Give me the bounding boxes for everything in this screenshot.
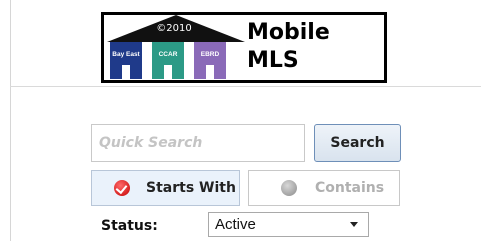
status-label: Status: <box>101 218 158 234</box>
house-icon-ebrd: EBRD <box>194 42 226 79</box>
quick-search-input[interactable] <box>91 124 305 162</box>
checked-radio-icon <box>114 180 130 196</box>
door-icon <box>206 65 214 79</box>
status-select[interactable]: Active <box>208 212 369 237</box>
contains-label: Contains <box>315 180 385 196</box>
unchecked-radio-icon <box>281 180 297 196</box>
logo-title-line2: MLS <box>247 48 299 73</box>
chevron-down-icon <box>350 222 358 227</box>
house-label-bay-east: Bay East <box>112 51 140 58</box>
starts-with-label: Starts With <box>146 180 236 196</box>
header-divider <box>10 86 481 87</box>
logo-copyright: ©2010 <box>156 23 192 34</box>
contains-option[interactable]: Contains <box>248 170 400 206</box>
house-label-ccar: CCAR <box>158 51 178 58</box>
door-icon <box>164 65 172 79</box>
house-label-ebrd: EBRD <box>200 51 220 58</box>
status-selected-value: Active <box>215 216 256 233</box>
house-icon-bay-east: Bay East <box>110 42 142 79</box>
search-button[interactable]: Search <box>314 124 401 162</box>
door-icon <box>122 65 130 79</box>
mobile-mls-logo: ©2010 Bay East CCAR EBRD Mobile MLS <box>101 12 387 83</box>
logo-title-line1: Mobile <box>247 20 330 45</box>
house-icon-ccar: CCAR <box>152 42 184 79</box>
left-divider <box>10 0 11 241</box>
logo-title: Mobile MLS <box>247 19 377 75</box>
starts-with-option[interactable]: Starts With <box>91 170 240 206</box>
